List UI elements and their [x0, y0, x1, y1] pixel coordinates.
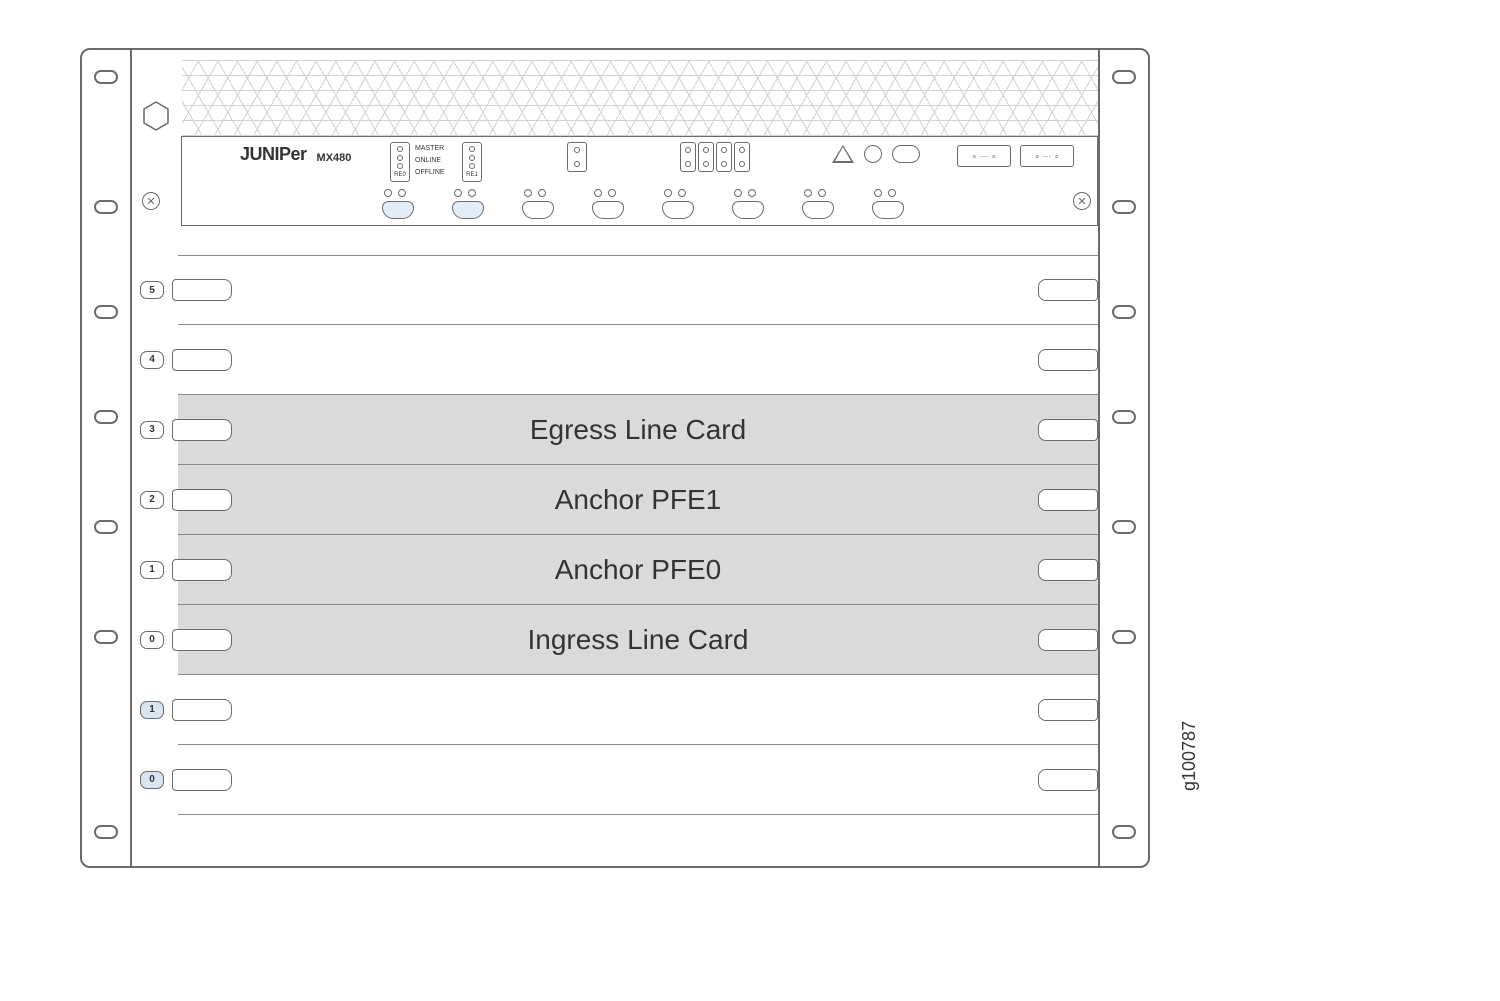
- ear-hole: [94, 630, 118, 644]
- quad-port-icon: [680, 142, 750, 172]
- line-card-slot: 2Anchor PFE1: [178, 465, 1098, 535]
- re0-leds: RE0: [390, 142, 410, 182]
- chassis: ✕ ✕ JUNIPer MX480 RE0 MASTER ONLINE OFFL…: [80, 48, 1150, 868]
- triangle-icon: [832, 145, 854, 163]
- line-card-slot: 1Anchor PFE0: [178, 535, 1098, 605]
- fan-icon: [802, 189, 834, 219]
- port-icon: [567, 142, 587, 172]
- model-label: MX480: [317, 152, 352, 164]
- slot-number: 1: [140, 701, 164, 719]
- oval-icon: [892, 145, 920, 163]
- line-card-slot: 0: [178, 745, 1098, 815]
- ear-hole: [1112, 520, 1136, 534]
- fan-icon: [382, 189, 414, 219]
- fan-row: [182, 189, 1097, 223]
- chassis-inner: ✕ ✕ JUNIPer MX480 RE0 MASTER ONLINE OFFL…: [132, 50, 1098, 866]
- line-card-slot: 3Egress Line Card: [178, 395, 1098, 465]
- figure-id: g100787: [1179, 721, 1200, 791]
- slot-number: 4: [140, 351, 164, 369]
- brand: JUNIPer MX480: [240, 144, 351, 165]
- eject-handle: [172, 279, 232, 301]
- slot-number: 2: [140, 491, 164, 509]
- slot-label: Ingress Line Card: [178, 624, 1098, 656]
- slot-number: 0: [140, 771, 164, 789]
- ear-hole: [94, 70, 118, 84]
- line-card-slot: 5: [178, 255, 1098, 325]
- re1-leds: RE1: [462, 142, 482, 182]
- eject-handle: [1038, 349, 1098, 371]
- fan-icon: [522, 189, 554, 219]
- screw-icon: ✕: [142, 192, 160, 210]
- vent-grille: [182, 60, 1098, 136]
- eject-handle: [172, 349, 232, 371]
- eject-handle: [172, 699, 232, 721]
- routing-engine-panel: ✕ ✕ JUNIPer MX480 RE0 MASTER ONLINE OFFL…: [181, 136, 1098, 226]
- slot-number: 3: [140, 421, 164, 439]
- controller-panel: ✕ ✕ JUNIPer MX480 RE0 MASTER ONLINE OFFL…: [132, 50, 1098, 255]
- online-label: ONLINE: [415, 156, 445, 166]
- fan-icon: [452, 189, 484, 219]
- status-shapes: [832, 145, 920, 163]
- slot-label: Anchor PFE1: [178, 484, 1098, 516]
- fan-icon: [662, 189, 694, 219]
- ear-hole: [94, 410, 118, 424]
- master-label: MASTER: [415, 144, 445, 154]
- brand-logo: JUNIPer: [240, 144, 307, 165]
- ear-hole: [94, 825, 118, 839]
- eject-handle: [1038, 769, 1098, 791]
- slot-number: 0: [140, 631, 164, 649]
- rack-ear-left: [82, 50, 132, 866]
- ear-hole: [94, 520, 118, 534]
- hex-icon: [142, 100, 170, 132]
- power-connector-icon: ∘ ⋯ ∘: [957, 145, 1011, 167]
- re1-label: RE1: [466, 172, 478, 178]
- rack-ear-right: [1098, 50, 1148, 866]
- eject-handle: [1038, 699, 1098, 721]
- line-card-slot: 1: [178, 675, 1098, 745]
- circle-icon: [864, 145, 882, 163]
- slot-label: Egress Line Card: [178, 414, 1098, 446]
- fan-icon: [872, 189, 904, 219]
- re0-label: RE0: [394, 172, 406, 178]
- led-labels: MASTER ONLINE OFFLINE: [415, 144, 445, 178]
- offline-label: OFFLINE: [415, 168, 445, 178]
- eject-handle: [172, 769, 232, 791]
- slot-label: Anchor PFE0: [178, 554, 1098, 586]
- fan-icon: [592, 189, 624, 219]
- line-card-slot: 0Ingress Line Card: [178, 605, 1098, 675]
- ear-hole: [1112, 825, 1136, 839]
- ear-hole: [1112, 410, 1136, 424]
- slot-number: 5: [140, 281, 164, 299]
- ear-hole: [1112, 70, 1136, 84]
- line-card-slot: 4: [178, 325, 1098, 395]
- ear-hole: [1112, 200, 1136, 214]
- ear-hole: [1112, 630, 1136, 644]
- ear-hole: [94, 200, 118, 214]
- ear-hole: [1112, 305, 1136, 319]
- power-connector-icon: ∘ ⋯ ∘: [1020, 145, 1074, 167]
- eject-handle: [1038, 279, 1098, 301]
- ear-hole: [94, 305, 118, 319]
- fan-icon: [732, 189, 764, 219]
- line-card-slots: 543Egress Line Card2Anchor PFE11Anchor P…: [132, 255, 1098, 866]
- slot-number: 1: [140, 561, 164, 579]
